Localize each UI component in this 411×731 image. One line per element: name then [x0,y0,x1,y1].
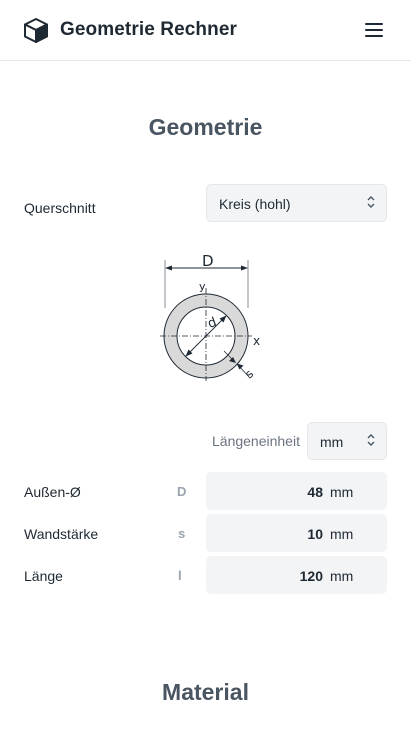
dimension-label-wall: s [242,367,256,381]
hamburger-line [365,29,383,31]
axis-label-y: y [199,280,206,293]
hamburger-line [365,23,383,25]
arrowhead [241,265,248,271]
wall-thickness-unit: mm [330,526,354,542]
length-unit-selected: mm [320,434,344,450]
outer-diameter-input[interactable]: 48 mm [206,472,387,510]
geometry-section-title: Geometrie [148,114,263,140]
length-input[interactable]: 120 mm [206,556,387,594]
hollow-circle-diagram: D y x d s [160,252,260,381]
length-unit-select[interactable]: mm [307,422,387,460]
navbar: Geometrie Rechner [0,0,411,61]
cross-section-select[interactable]: Kreis (hohl) [206,184,387,222]
hamburger-menu-icon[interactable] [364,20,386,40]
field-symbol-wall-thickness: s [178,526,186,541]
field-label-outer-diameter: Außen-Ø [24,484,81,500]
wall-thickness-value: 10 [307,526,323,542]
axis-label-x: x [253,334,260,348]
length-unit-label: Längeneinheit [212,433,300,449]
field-symbol-outer-diameter: D [177,484,187,499]
cross-section-label: Querschnitt [24,200,96,216]
field-symbol-length: l [178,568,182,583]
length-unit: mm [330,568,354,584]
arrowhead [165,265,172,271]
wall-thickness-input[interactable]: 10 mm [206,514,387,552]
cross-section-selected: Kreis (hohl) [219,196,291,212]
outer-diameter-unit: mm [330,484,354,500]
cube-icon[interactable] [24,18,48,43]
field-label-length: Länge [24,568,63,584]
hamburger-line [365,35,383,37]
field-label-wall-thickness: Wandstärke [24,526,99,542]
length-value: 120 [299,568,323,584]
outer-diameter-value: 48 [307,484,323,500]
chevron-updown-icon [367,434,375,446]
material-section-title: Material [162,679,249,705]
chevron-updown-icon [367,196,375,208]
dimension-label-outer: D [202,252,214,270]
app-title[interactable]: Geometrie Rechner [60,19,237,41]
arrowhead [236,363,244,370]
